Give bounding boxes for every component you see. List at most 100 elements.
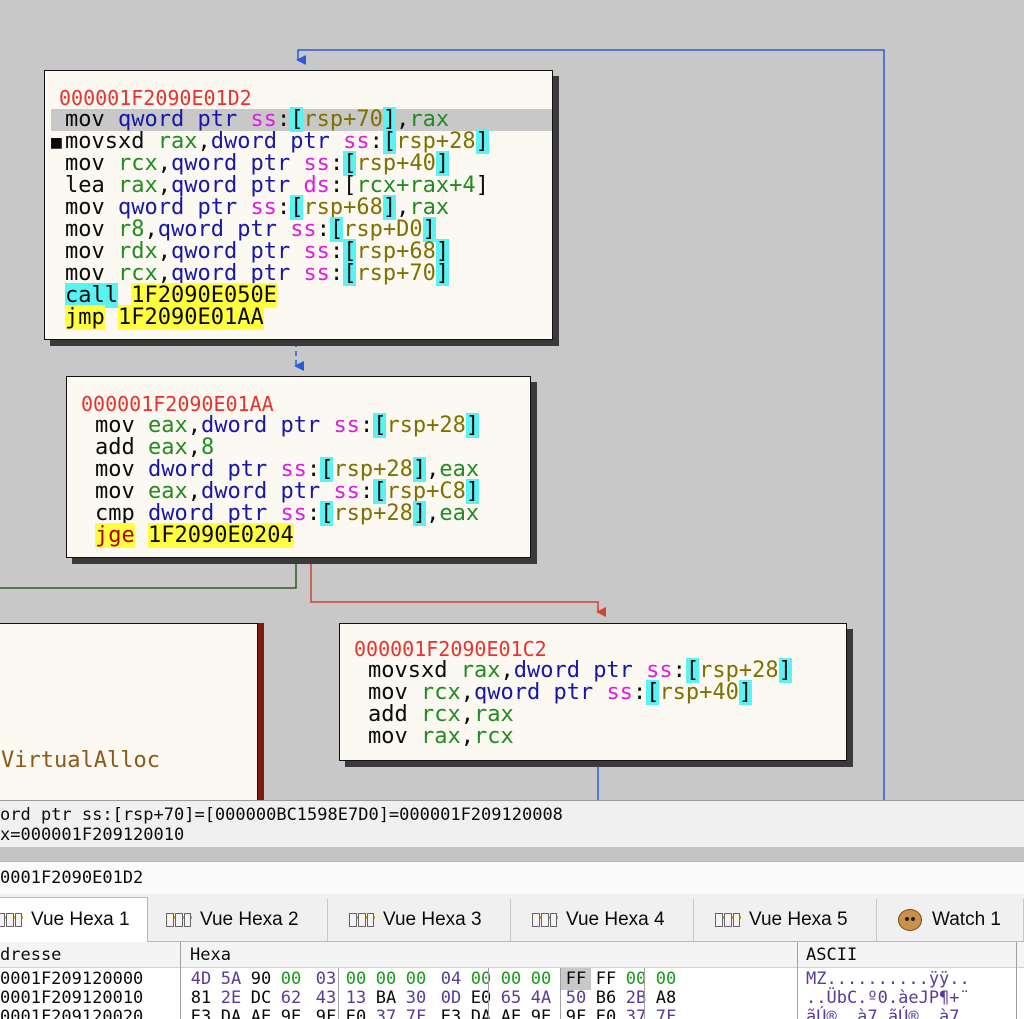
- asm-token: ]: [465, 413, 480, 438]
- instruction-line[interactable]: mov r8,qword ptr ss:[rsp+D0]: [51, 217, 552, 242]
- address-bar[interactable]: 0001F2090E01D2: [0, 861, 1024, 895]
- code-block-virtualalloc[interactable]: VirtualAlloc: [0, 623, 258, 800]
- edge-true: [0, 560, 297, 589]
- info-line-1: ord ptr ss:[rsp+70]=[000000BC1598E7D0]=0…: [0, 805, 563, 825]
- block-address: 000001F2090E01C2: [354, 637, 547, 661]
- tab-label: Vue Hexa 1: [31, 909, 130, 930]
- info-line-2: x=000001F209120010: [0, 825, 185, 845]
- hex-byte[interactable]: 7F: [651, 1006, 681, 1019]
- hex-byte[interactable]: DA: [216, 1006, 246, 1019]
- asm-token: [105, 305, 118, 330]
- graph-view[interactable]: 000001F2090E01D2 mov qword ptr ss:[rsp+7…: [0, 0, 1024, 800]
- tab-vue-hexa-5[interactable]: Vue Hexa 5: [707, 899, 877, 941]
- hex-byte[interactable]: E0: [591, 1006, 621, 1019]
- asm-token: ]: [778, 658, 792, 683]
- instruction-line[interactable]: call 1F2090E050E: [51, 283, 552, 308]
- asm-token: rsp+28: [386, 413, 466, 438]
- instruction-line[interactable]: mov qword ptr ss:[rsp+70],rax: [51, 107, 552, 132]
- asm-token: [135, 523, 148, 548]
- asm-token: ss: [606, 680, 633, 705]
- instruction-line[interactable]: mov rcx,qword ptr ss:[rsp+70]: [51, 261, 552, 286]
- breakpoint-marker: ■: [51, 132, 62, 153]
- hex-byte[interactable]: 9F: [561, 1006, 591, 1019]
- tab-label: Vue Hexa 3: [383, 909, 482, 930]
- edge-false: [310, 560, 606, 617]
- code-block-01c2[interactable]: 000001F2090E01C2 movsxd rax,dword ptr ss…: [339, 623, 847, 761]
- asm-token: [: [646, 680, 660, 705]
- block-address: 000001F2090E01D2: [59, 86, 252, 110]
- instruction-line[interactable]: cmp dword ptr ss:[rsp+28],eax: [81, 501, 530, 526]
- hex-byte[interactable]: AE: [496, 1006, 526, 1019]
- asm-token: :: [632, 680, 647, 705]
- asm-token: [: [343, 261, 357, 286]
- hex-row[interactable]: 0001F209120020 E3 DA AE 9E 9F E0 37 7F E3 DA AE 9E 9F…: [0, 1006, 1024, 1019]
- hex-byte[interactable]: E3: [436, 1006, 466, 1019]
- hex-dump-icon: [166, 911, 192, 929]
- asm-token: ss: [333, 413, 360, 438]
- call-target-label: VirtualAlloc: [1, 748, 160, 773]
- header-ascii[interactable]: ASCII: [806, 945, 857, 965]
- hex-byte[interactable]: 37: [371, 1006, 401, 1019]
- instruction-line[interactable]: mov rcx,qword ptr ss:[rsp+40]: [354, 680, 846, 705]
- info-separator[interactable]: [0, 847, 1024, 861]
- asm-token: eax: [439, 501, 480, 526]
- hex-byte[interactable]: 9E: [526, 1006, 556, 1019]
- instruction-line[interactable]: jge 1F2090E0204: [81, 523, 530, 548]
- instruction-line[interactable]: mov dword ptr ss:[rsp+28],eax: [81, 457, 530, 482]
- instruction-line[interactable]: mov rcx,qword ptr ss:[rsp+40]: [51, 151, 552, 176]
- hex-dump-icon: [532, 911, 558, 929]
- tab-watch-1[interactable]: Watch 1: [890, 899, 1024, 941]
- asm-token: [: [373, 413, 387, 438]
- hex-byte[interactable]: E0: [341, 1006, 371, 1019]
- code-block-01d2[interactable]: 000001F2090E01D2 mov qword ptr ss:[rsp+7…: [44, 70, 553, 340]
- dump-tab-bar: Vue Hexa 1 Vue Hexa 2 Vue Hexa 3 Vue Hex…: [0, 894, 1024, 942]
- hex-dump-view[interactable]: dresse Hexa ASCII 0001F209120000 4D 5A 90 00…: [0, 942, 1024, 1019]
- asm-token: ,: [460, 724, 474, 749]
- hex-byte[interactable]: 9F: [311, 1006, 341, 1019]
- asm-token: jmp: [65, 305, 105, 330]
- asm-token: rsp+28: [333, 501, 413, 526]
- hex-dump-icon: [715, 911, 741, 929]
- instruction-line[interactable]: mov eax,dword ptr ss:[rsp+C8]: [81, 479, 530, 504]
- asm-token: dword ptr: [200, 413, 334, 438]
- asm-token: ]: [738, 680, 753, 705]
- instruction-line[interactable]: ■ movsxd rax,dword ptr ss:[rsp+28]: [51, 129, 552, 154]
- asm-token: ss: [303, 261, 330, 286]
- header-address[interactable]: dresse: [0, 945, 61, 965]
- asm-token: :: [329, 261, 344, 286]
- instruction-line[interactable]: movsxd rax,dword ptr ss:[rsp+28]: [354, 658, 846, 683]
- instruction-line[interactable]: mov rdx,qword ptr ss:[rsp+68]: [51, 239, 552, 264]
- asm-token: :: [306, 501, 321, 526]
- asm-token: 1F2090E01AA: [118, 305, 264, 330]
- byte-group-separator: [560, 1006, 561, 1019]
- asm-token: [: [320, 501, 334, 526]
- code-block-01aa[interactable]: 000001F2090E01AA mov eax,dword ptr ss:[r…: [66, 376, 531, 558]
- ascii-text[interactable]: ãÚ®..à7.ãÚ®..à7.: [806, 1006, 970, 1019]
- dog-icon: [898, 909, 924, 931]
- hex-byte[interactable]: DA: [466, 1006, 496, 1019]
- instruction-line[interactable]: add eax,8: [81, 437, 530, 459]
- hex-byte[interactable]: 7F: [401, 1006, 431, 1019]
- asm-token: rsp+70: [356, 261, 436, 286]
- header-hex[interactable]: Hexa: [190, 945, 231, 965]
- asm-token: ,: [426, 501, 440, 526]
- asm-token: ]: [475, 173, 489, 198]
- hex-byte[interactable]: 37: [621, 1006, 651, 1019]
- instruction-line[interactable]: mov eax,dword ptr ss:[rsp+28]: [81, 413, 530, 438]
- tab-vue-hexa-1[interactable]: Vue Hexa 1: [0, 897, 148, 942]
- instruction-line[interactable]: mov rax,rcx: [354, 726, 846, 748]
- byte-group-separator: [338, 1006, 339, 1019]
- hex-byte[interactable]: 9E: [276, 1006, 306, 1019]
- info-panel: ord ptr ss:[rsp+70]=[000000BC1598E7D0]=0…: [0, 800, 1024, 895]
- instruction-line[interactable]: mov qword ptr ss:[rsp+68],rax: [51, 195, 552, 220]
- hex-byte[interactable]: E3: [186, 1006, 216, 1019]
- instruction-line[interactable]: jmp 1F2090E01AA: [51, 305, 552, 330]
- hex-dump-icon: [0, 911, 23, 929]
- row-address[interactable]: 0001F209120020: [0, 1006, 143, 1019]
- instruction-line[interactable]: add rcx,rax: [354, 704, 846, 726]
- hex-byte[interactable]: AE: [246, 1006, 276, 1019]
- instruction-line[interactable]: lea rax,qword ptr ds:[rcx+rax+4]: [51, 175, 552, 197]
- tab-vue-hexa-2[interactable]: Vue Hexa 2: [158, 899, 328, 941]
- tab-vue-hexa-3[interactable]: Vue Hexa 3: [341, 899, 511, 941]
- tab-vue-hexa-4[interactable]: Vue Hexa 4: [524, 899, 694, 941]
